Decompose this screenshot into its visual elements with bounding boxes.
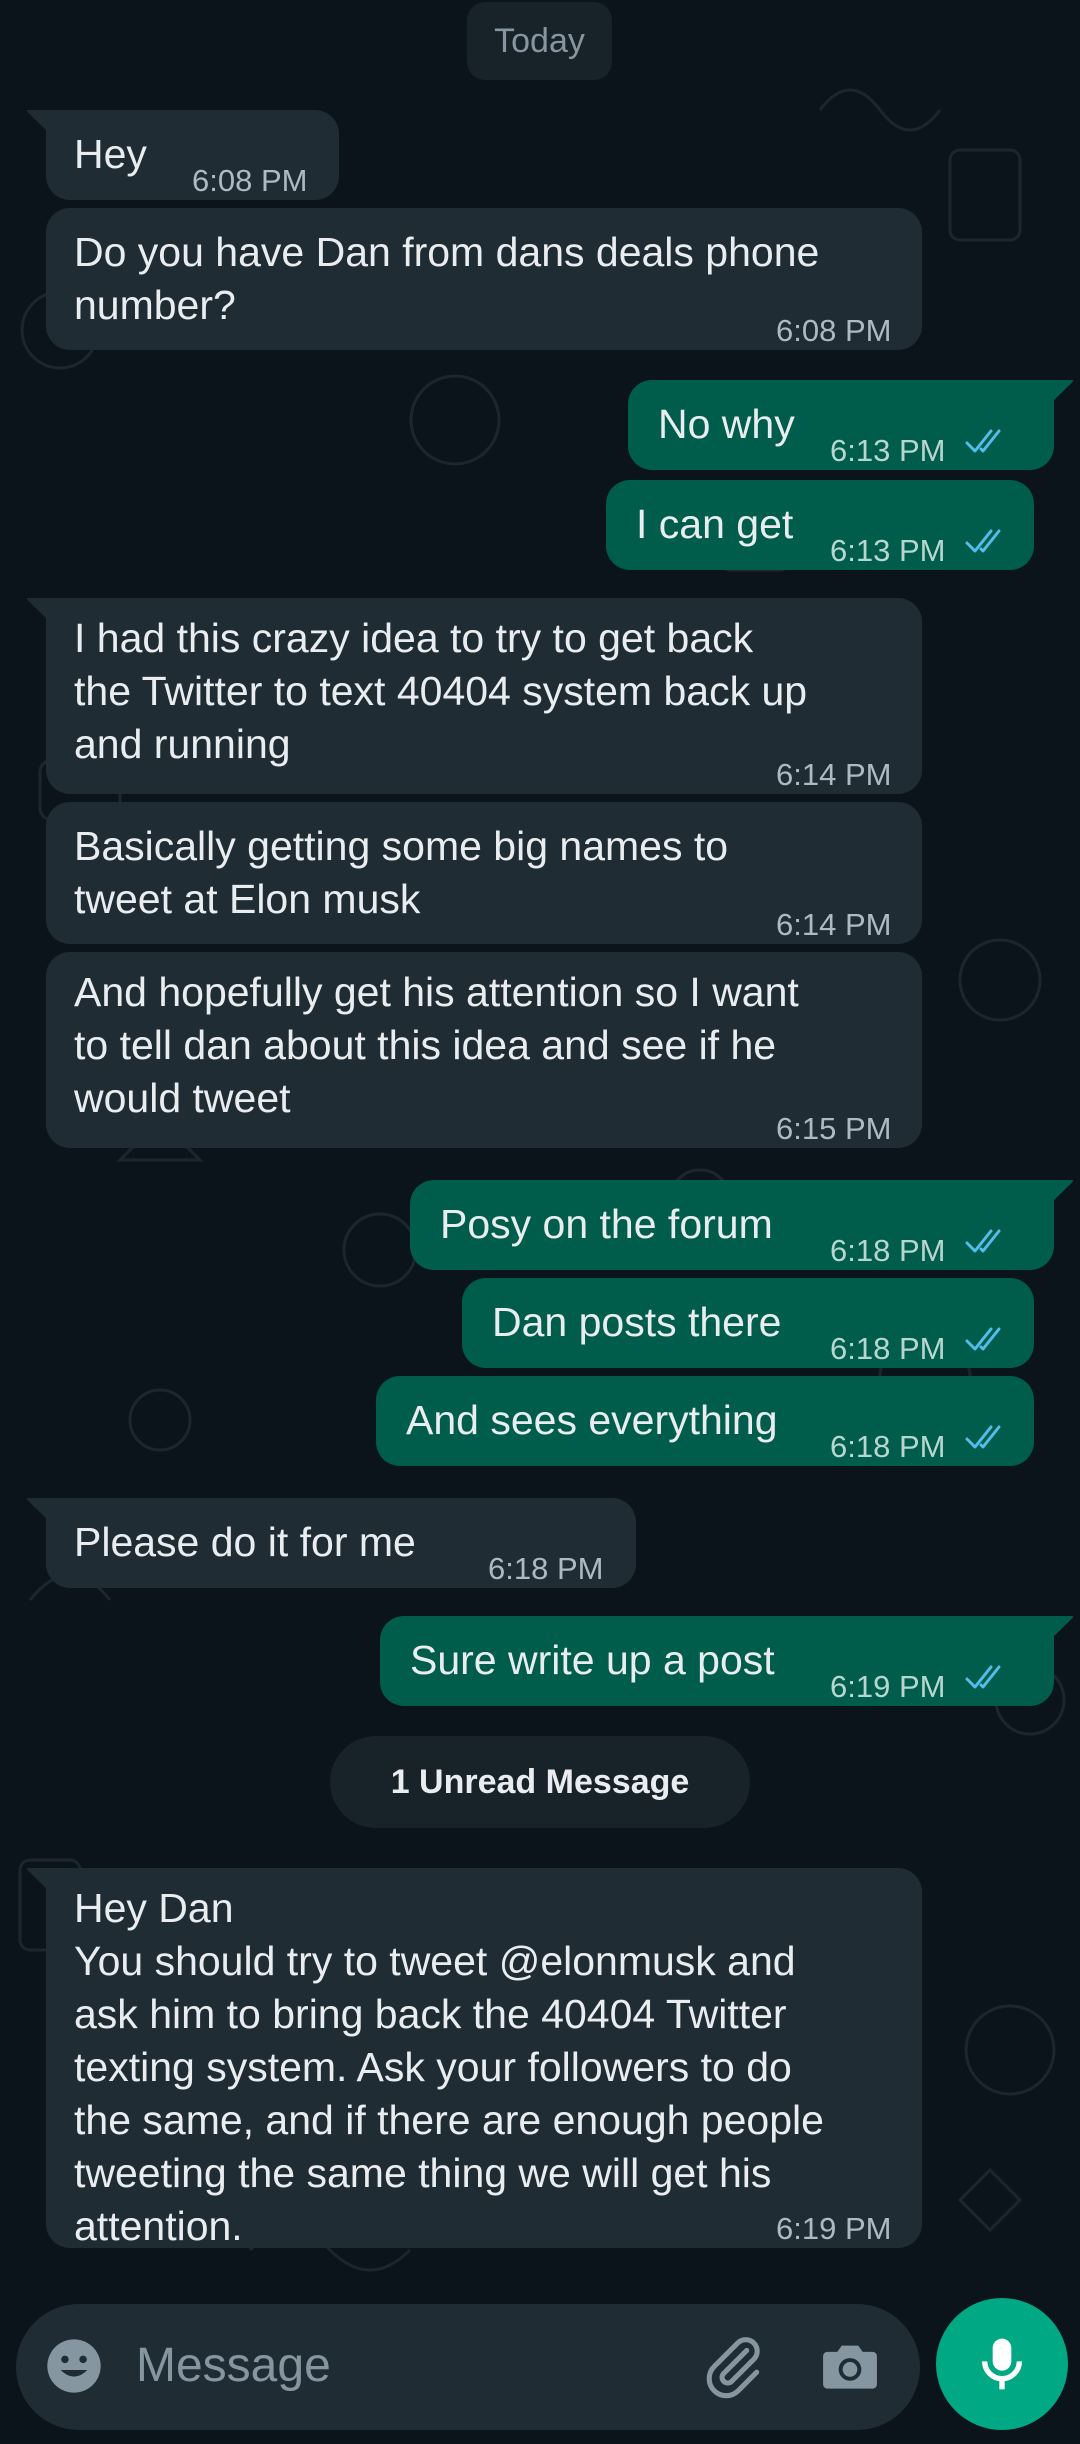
mic-icon [970,2330,1034,2403]
message-timestamp: 6:18 PM [830,1331,946,1366]
incoming-message[interactable]: Please do it for me 6:18 PM [26,1498,636,1588]
date-divider: Today [467,2,612,80]
message-composer[interactable]: Message [16,2304,920,2430]
message-timestamp: 6:08 PM [776,313,892,348]
message-text: Basically getting some big names to twee… [74,823,729,922]
message-timestamp: 6:13 PM [830,433,946,468]
message-text: And sees everything [406,1397,778,1443]
bubble-tail [26,110,52,136]
read-receipt-icon [965,1665,1001,1689]
message-text: And hopefully get his attention so I wan… [74,969,799,1121]
unread-divider: 1 Unread Message [330,1736,750,1828]
bubble-tail [26,1868,52,1894]
message-text: Do you have Dan from dans deals phone nu… [74,229,820,328]
message-timestamp: 6:18 PM [488,1551,604,1586]
message-text: Dan posts there [492,1299,782,1345]
message-input[interactable]: Message [136,2338,331,2393]
incoming-message[interactable]: Do you have Dan from dans deals phone nu… [46,208,922,350]
bubble-tail [1048,1616,1074,1642]
incoming-message[interactable]: And hopefully get his attention so I wan… [46,952,922,1148]
conversation-panel[interactable]: Today 1 Unread Message Hey 6:08 PM Do you … [0,0,1080,2444]
outgoing-message[interactable]: And sees everything 6:18 PM [376,1376,1034,1466]
read-receipt-icon [965,1425,1001,1449]
incoming-message[interactable]: I had this crazy idea to try to get back… [26,598,922,794]
message-timestamp: 6:14 PM [776,757,892,792]
message-timestamp: 6:14 PM [776,907,892,942]
outgoing-message[interactable]: Posy on the forum 6:18 PM [410,1180,1074,1270]
voice-message-button[interactable] [936,2298,1068,2430]
incoming-message[interactable]: Basically getting some big names to twee… [46,802,922,944]
message-text: Please do it for me [74,1519,416,1565]
message-text: Posy on the forum [440,1201,773,1247]
message-text: Sure write up a post [410,1637,775,1683]
read-receipt-icon [965,529,1001,553]
outgoing-message[interactable]: Dan posts there 6:18 PM [462,1278,1034,1368]
message-text: No why [658,401,795,447]
message-timestamp: 6:18 PM [830,1429,946,1464]
bubble-tail [26,1498,52,1524]
bubble-tail [1048,1180,1074,1206]
outgoing-message[interactable]: I can get 6:13 PM [606,480,1034,570]
message-text: I can get [636,501,794,547]
message-text: Hey [74,131,147,177]
outgoing-message[interactable]: No why 6:13 PM [628,380,1074,470]
message-timestamp: 6:13 PM [830,533,946,568]
bubble-tail [1048,380,1074,406]
incoming-message[interactable]: Hey Dan You should try to tweet @elonmus… [26,1868,922,2249]
emoji-icon[interactable] [42,2334,106,2403]
incoming-message[interactable]: Hey 6:08 PM [26,110,339,200]
camera-icon[interactable] [816,2332,884,2405]
message-timestamp: 6:19 PM [776,2211,892,2246]
message-text: I had this crazy idea to try to get back… [74,615,808,767]
outgoing-message[interactable]: Sure write up a post 6:19 PM [380,1616,1074,1706]
bubble-tail [26,598,52,624]
read-receipt-icon [965,1229,1001,1253]
message-timestamp: 6:18 PM [830,1233,946,1268]
message-text: Hey Dan You should try to tweet @elonmus… [74,1885,824,2249]
message-timestamp: 6:19 PM [830,1669,946,1704]
read-receipt-icon [965,429,1001,453]
attach-icon[interactable] [700,2332,768,2405]
message-timestamp: 6:08 PM [192,163,308,198]
message-timestamp: 6:15 PM [776,1111,892,1146]
read-receipt-icon [965,1327,1001,1351]
